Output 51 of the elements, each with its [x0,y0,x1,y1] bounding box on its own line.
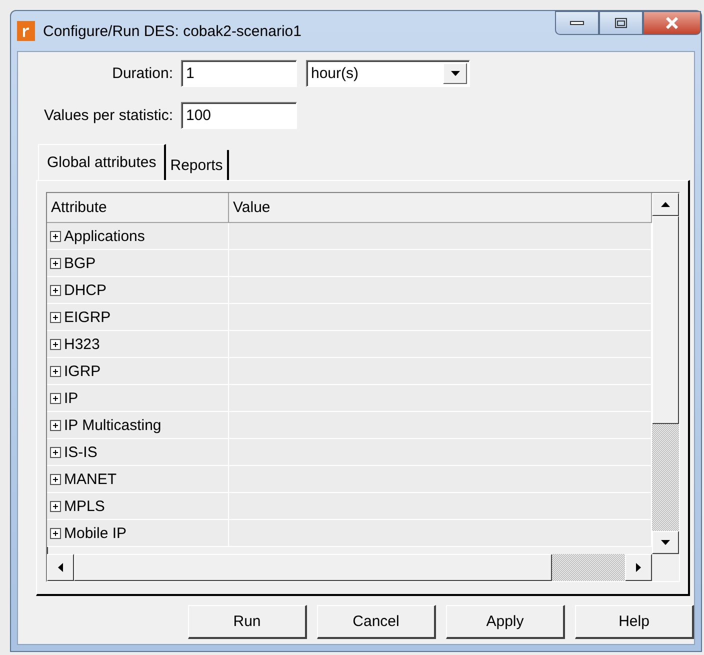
expand-icon[interactable] [50,338,61,350]
column-header[interactable]: Attribute [47,193,229,223]
close-icon [665,17,679,29]
expand-icon[interactable] [50,366,61,376]
vertical-scrollbar[interactable] [652,193,679,554]
column-header[interactable]: Value [229,193,652,223]
maximize-button[interactable] [599,11,643,35]
expand-icon[interactable] [50,258,61,268]
attribute-cell[interactable]: DHCP [47,277,229,304]
dialog-button[interactable]: Cancel [317,605,436,639]
maximize-icon [615,18,627,28]
close-button[interactable] [643,11,701,35]
attribute-cell[interactable]: IP [47,385,229,412]
values-per-statistic-label: Values per statistic: [43,107,174,124]
attribute-cell[interactable]: MPLS [47,493,229,520]
expand-icon[interactable] [50,230,61,242]
attribute-cell[interactable]: MANET [47,466,229,493]
duration-field[interactable]: 1 [181,60,297,87]
tab[interactable]: Global attributes [38,144,166,180]
expand-icon[interactable] [50,392,61,404]
app-logo-icon [17,21,35,41]
scroll-right-icon[interactable] [636,563,641,572]
attribute-cell[interactable]: Mobile IP [47,520,229,547]
attribute-cell[interactable]: IS-IS [47,439,229,466]
unit-dropdown[interactable]: hour(s) [306,60,470,87]
attribute-cell[interactable]: H323 [47,331,229,358]
expand-icon[interactable] [50,528,61,538]
expand-icon[interactable] [50,284,61,296]
expand-icon[interactable] [50,420,61,430]
attribute-cell[interactable]: IP Multicasting [47,412,229,439]
scroll-up-icon[interactable] [661,202,670,207]
horizontal-scrollbar[interactable] [47,554,652,581]
window-title: Configure/Run DES: cobak2-scenario1 [43,22,302,40]
attribute-cell[interactable]: Applications [47,223,229,250]
expand-icon[interactable] [50,474,61,484]
expand-icon[interactable] [50,446,61,458]
attribute-cell[interactable]: IGRP [47,358,229,385]
dropdown-arrow-icon [450,71,460,76]
values-per-statistic-field[interactable]: 100 [181,102,297,129]
expand-icon[interactable] [50,500,61,512]
scroll-down-icon[interactable] [661,540,670,545]
scroll-left-icon[interactable] [58,563,63,572]
attribute-cell[interactable]: BGP [47,250,229,277]
expand-icon[interactable] [50,312,61,322]
minimize-icon [570,20,584,26]
dialog-button[interactable]: Help [575,605,694,639]
dialog-button[interactable]: Run [188,605,307,639]
attribute-cell[interactable]: EIGRP [47,304,229,331]
minimize-button[interactable] [555,11,599,35]
duration-label: Duration: [111,65,174,82]
dialog-button[interactable]: Apply [446,605,565,639]
